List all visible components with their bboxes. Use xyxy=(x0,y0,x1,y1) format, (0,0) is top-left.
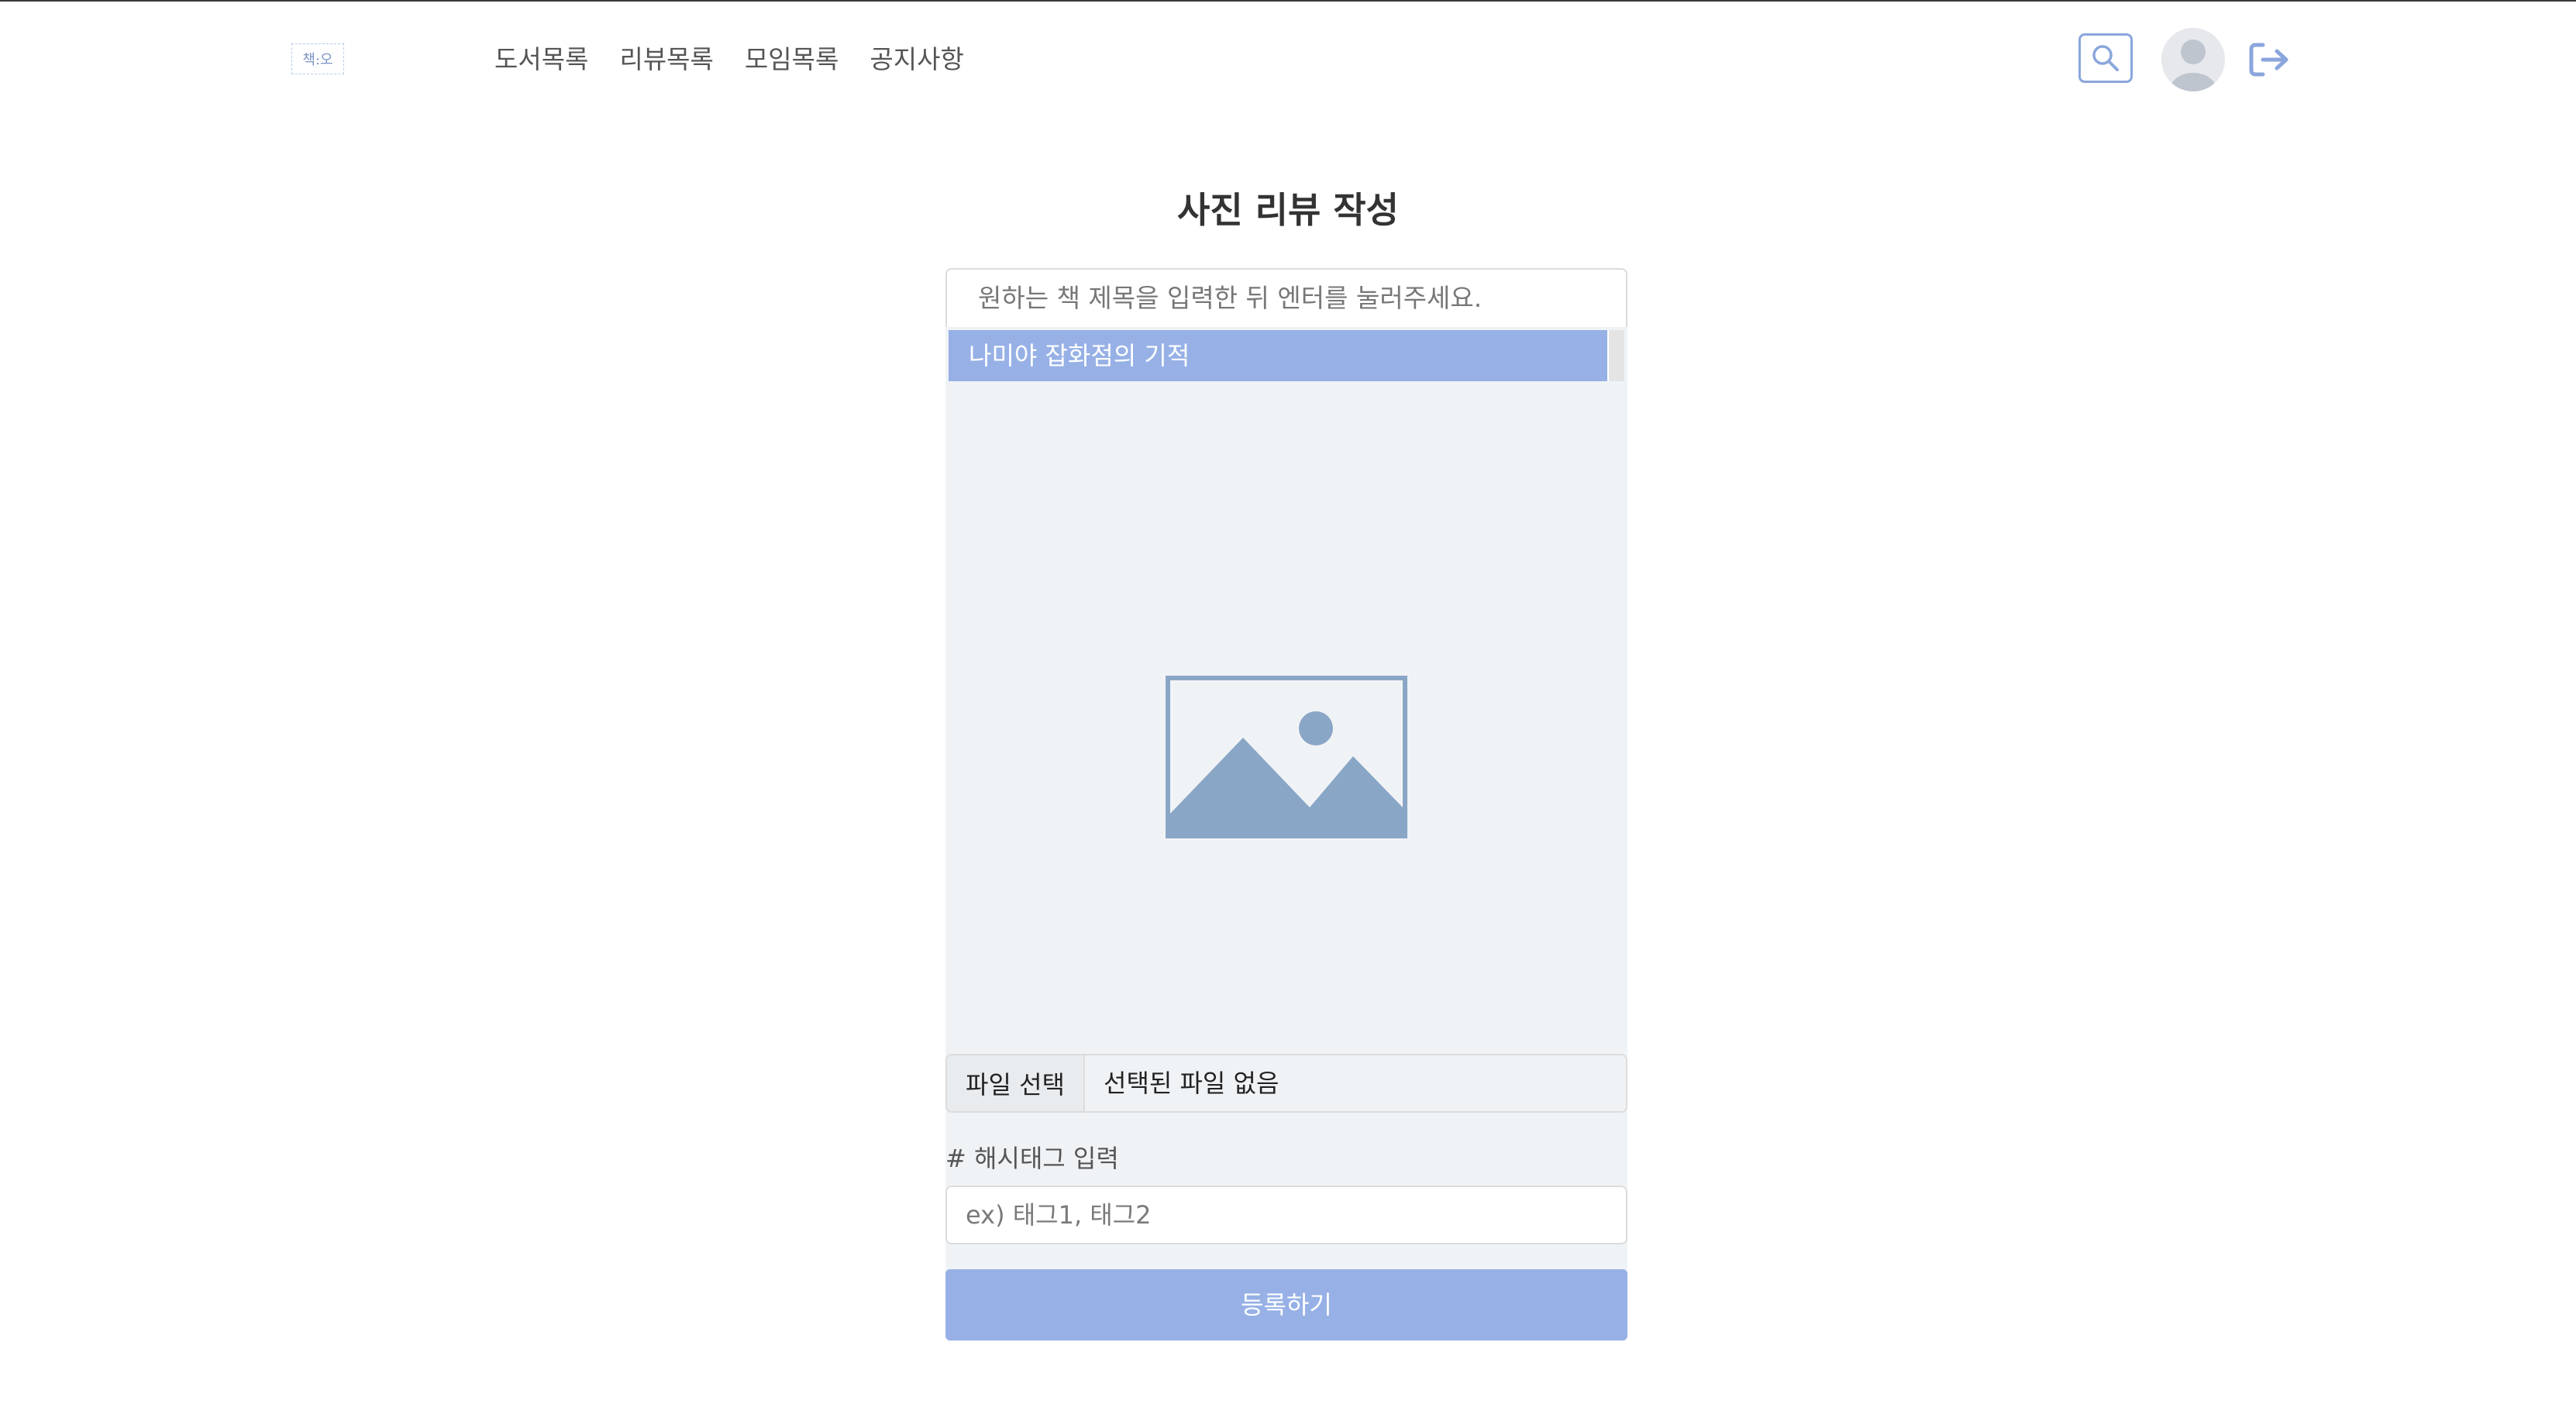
hashtag-label: # 해시태그 입력 xyxy=(945,1144,1119,1173)
site-logo[interactable]: 책:오 xyxy=(291,43,344,74)
book-title-input[interactable] xyxy=(945,268,1627,327)
book-suggestion-list: 나미야 잡화점의 기적 xyxy=(949,330,1624,381)
nav-item-books[interactable]: 도서목록 xyxy=(494,40,588,79)
logout-button[interactable] xyxy=(2247,40,2292,79)
file-status-text: 선택된 파일 없음 xyxy=(1104,1069,1279,1098)
submit-button[interactable]: 등록하기 xyxy=(945,1269,1627,1341)
user-icon xyxy=(2161,28,2225,91)
main-nav: 도서목록 리뷰목록 모임목록 공지사항 xyxy=(494,40,964,79)
suggestion-scrollbar[interactable] xyxy=(1609,330,1624,381)
search-button[interactable] xyxy=(2078,33,2133,83)
site-header: 책:오 도서목록 리뷰목록 모임목록 공지사항 xyxy=(0,0,2576,116)
search-icon xyxy=(2092,45,2119,71)
nav-item-notices[interactable]: 공지사항 xyxy=(870,40,963,79)
file-select-button[interactable]: 파일 선택 xyxy=(947,1055,1085,1111)
page-title: 사진 리뷰 작성 xyxy=(1177,189,1399,231)
file-input: 파일 선택 선택된 파일 없음 xyxy=(945,1054,1627,1113)
book-suggestion-item[interactable]: 나미야 잡화점의 기적 xyxy=(949,330,1607,381)
image-placeholder-icon xyxy=(1166,676,1407,838)
nav-item-meetings[interactable]: 모임목록 xyxy=(745,40,839,79)
user-avatar[interactable] xyxy=(2161,28,2225,91)
nav-item-reviews[interactable]: 리뷰목록 xyxy=(619,40,713,79)
logout-icon xyxy=(2249,43,2288,77)
hashtag-input[interactable] xyxy=(945,1186,1627,1244)
